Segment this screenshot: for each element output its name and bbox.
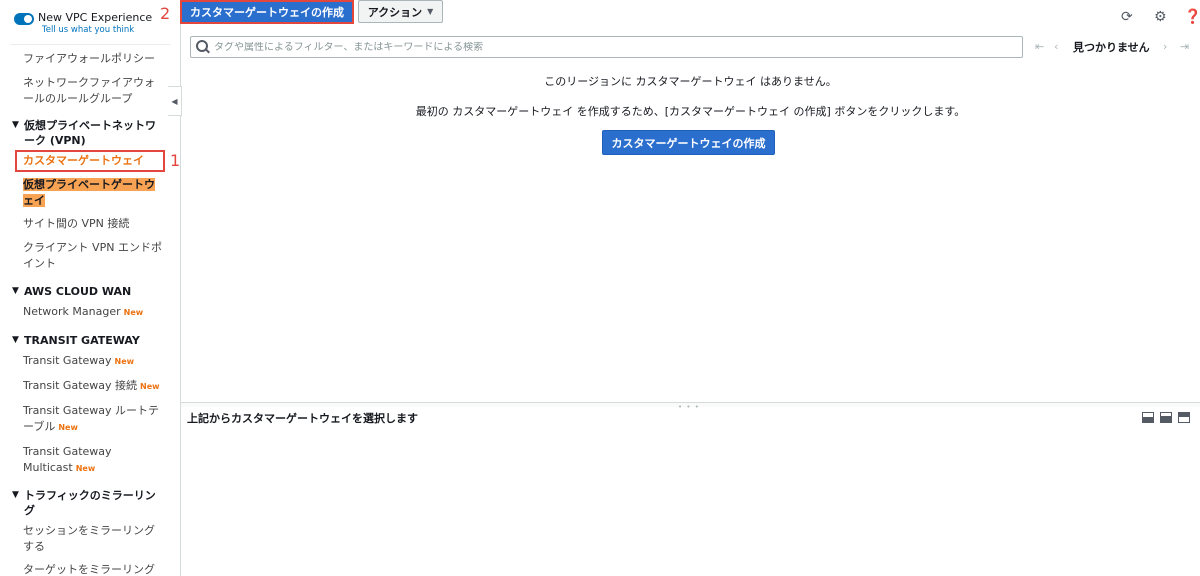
divider	[10, 44, 170, 45]
section-transit-gateway-label: TRANSIT GATEWAY	[24, 334, 140, 347]
section-vpn[interactable]: ▼ 仮想プライベートネットワーク (VPN)	[12, 118, 162, 148]
search-input[interactable]	[214, 41, 1014, 53]
sidebar-item-label: Transit Gateway ルートテーブル	[23, 404, 160, 433]
triangle-down-icon: ▼	[12, 120, 19, 130]
annotation-step-1: 1	[170, 151, 181, 170]
drag-handle-icon[interactable]: • • •	[678, 403, 700, 411]
actions-dropdown[interactable]: アクション ▼	[358, 0, 443, 23]
sidebar-item-label: Transit Gateway Multicast	[23, 445, 112, 474]
last-page-icon[interactable]: ⇥	[1180, 40, 1189, 53]
previous-page-icon[interactable]: ‹	[1054, 40, 1058, 53]
sidebar-item-transit-gateway-route-tables[interactable]: Transit Gateway ルートテーブル New	[23, 403, 169, 436]
vpc-experience-title: New VPC Experience	[38, 11, 153, 24]
next-page-icon[interactable]: ›	[1163, 40, 1167, 53]
chevron-down-icon: ▼	[427, 7, 434, 16]
create-customer-gateway-cta-button[interactable]: カスタマーゲートウェイの作成	[602, 130, 775, 155]
sidebar-item-virtual-private-gateway[interactable]: 仮想プライベートゲートウェイ	[23, 177, 163, 209]
new-badge: New	[114, 357, 135, 366]
annotation-step-2: 2	[160, 4, 171, 23]
sidebar-item-customer-gateway[interactable]: カスタマーゲートウェイ	[15, 150, 165, 172]
pagination-status: 見つかりません	[1073, 41, 1150, 54]
refresh-icon[interactable]: ⟳	[1121, 9, 1133, 25]
sidebar-item-label: Transit Gateway	[23, 354, 112, 367]
section-traffic-mirroring-label: トラフィックのミラーリング	[24, 489, 156, 517]
sidebar-item-mirror-targets[interactable]: ターゲットをミラーリング	[23, 562, 173, 576]
new-badge: New	[58, 423, 78, 432]
layout-bottom-panel-icon[interactable]	[1142, 412, 1154, 423]
detail-panel-title: 上記からカスタマーゲートウェイを選択します	[187, 412, 418, 425]
layout-split-panel-icon[interactable]	[1160, 412, 1172, 423]
sidebar-item-mirror-sessions[interactable]: セッションをミラーリングする	[23, 523, 163, 555]
new-badge: New	[75, 464, 96, 473]
search-filter[interactable]	[190, 36, 1023, 58]
section-vpn-label: 仮想プライベートネットワーク (VPN)	[24, 119, 156, 147]
sidebar-item-transit-gateway[interactable]: Transit Gateway New	[23, 353, 173, 370]
sidebar-item-firewall-policy[interactable]: ファイアウォールポリシー	[23, 51, 173, 67]
new-badge: New	[140, 382, 160, 391]
section-cloud-wan-label: AWS CLOUD WAN	[24, 285, 132, 298]
first-page-icon[interactable]: ⇤	[1035, 40, 1044, 53]
layout-top-panel-icon[interactable]	[1178, 412, 1190, 423]
triangle-left-icon: ◀	[171, 96, 178, 106]
search-icon	[196, 40, 210, 54]
sidebar-item-site-to-site-vpn[interactable]: サイト間の VPN 接続	[23, 216, 173, 232]
section-transit-gateway[interactable]: ▼ TRANSIT GATEWAY	[12, 333, 172, 348]
feedback-link[interactable]: Tell us what you think	[42, 25, 152, 36]
sidebar-item-firewall-rule-groups[interactable]: ネットワークファイアウォールのルールグループ	[23, 75, 163, 107]
sidebar: New VPC Experience Tell us what you thin…	[0, 0, 181, 576]
create-customer-gateway-button[interactable]: カスタマーゲートウェイの作成	[180, 0, 354, 24]
sidebar-item-label: 仮想プライベートゲートウェイ	[23, 178, 155, 207]
toggle-switch[interactable]	[14, 13, 34, 25]
sidebar-item-label: Transit Gateway 接続	[23, 379, 138, 392]
help-icon[interactable]: ❓	[1184, 9, 1200, 25]
actions-label: アクション	[367, 5, 423, 19]
gear-icon[interactable]: ⚙	[1154, 9, 1167, 25]
empty-state-message: このリージョンに カスタマーゲートウェイ はありません。	[544, 75, 837, 88]
sidebar-item-label: Network Manager	[23, 305, 121, 318]
sidebar-item-client-vpn[interactable]: クライアント VPN エンドポイント	[23, 240, 165, 272]
sidebar-item-transit-gateway-attachments[interactable]: Transit Gateway 接続 New	[23, 378, 173, 395]
panel-layout-toggles	[1142, 412, 1190, 423]
sidebar-item-network-manager[interactable]: Network Manager New	[23, 304, 173, 321]
triangle-down-icon: ▼	[12, 286, 19, 296]
section-cloud-wan[interactable]: ▼ AWS CLOUD WAN	[12, 284, 172, 299]
triangle-down-icon: ▼	[12, 490, 19, 500]
empty-state-instruction: 最初の カスタマーゲートウェイ を作成するため、[カスタマーゲートウェイ の作成…	[415, 105, 966, 118]
collapse-sidebar-button[interactable]: ◀	[168, 86, 182, 116]
new-badge: New	[123, 308, 144, 317]
triangle-down-icon: ▼	[12, 335, 19, 345]
section-traffic-mirroring[interactable]: ▼ トラフィックのミラーリング	[12, 488, 157, 518]
new-vpc-experience: New VPC Experience Tell us what you thin…	[14, 11, 152, 36]
sidebar-item-transit-gateway-multicast[interactable]: Transit Gateway Multicast New	[23, 444, 123, 477]
